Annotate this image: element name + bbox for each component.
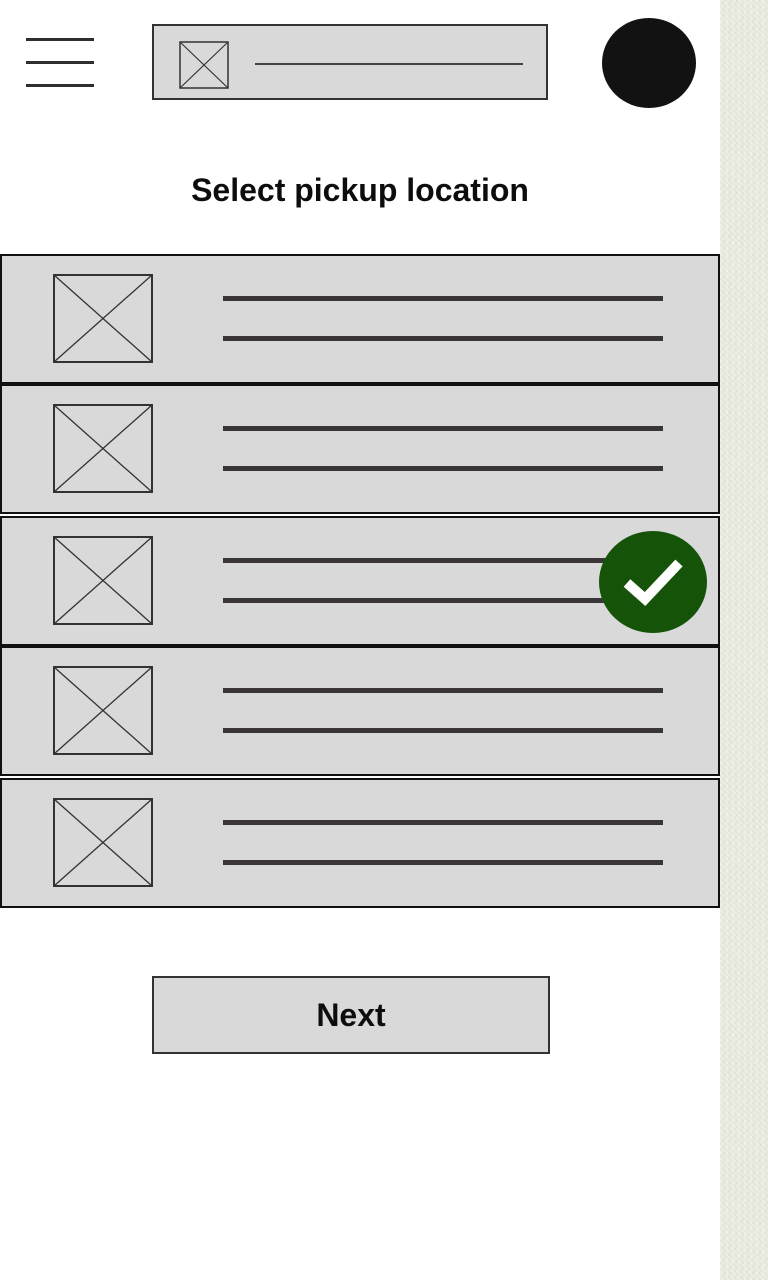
location-item[interactable] (0, 254, 720, 384)
location-item-selected[interactable] (0, 516, 720, 646)
location-address-line (223, 466, 663, 471)
location-item[interactable] (0, 778, 720, 908)
check-icon (623, 559, 683, 606)
location-name-line (223, 426, 663, 431)
menu-bar (26, 38, 94, 41)
page-title: Select pickup location (191, 172, 529, 208)
image-placeholder-icon (53, 798, 153, 887)
location-item[interactable] (0, 646, 720, 776)
location-address-line (223, 860, 663, 865)
image-placeholder-icon (53, 274, 153, 363)
location-item[interactable] (0, 384, 720, 514)
main-content: Select pickup location Next (0, 0, 720, 1280)
app-screen: Select pickup location Next (0, 0, 768, 1280)
menu-bar (26, 84, 94, 87)
location-name-line (223, 820, 663, 825)
location-address-line (223, 728, 663, 733)
textured-background-strip (720, 0, 768, 1280)
next-button[interactable]: Next (152, 976, 550, 1054)
image-placeholder-icon (179, 41, 229, 89)
user-avatar[interactable] (602, 18, 696, 108)
image-placeholder-icon (53, 536, 153, 625)
image-placeholder-icon (53, 666, 153, 755)
selected-badge (599, 531, 707, 633)
location-name-line (223, 688, 663, 693)
hamburger-menu-icon[interactable] (26, 38, 94, 88)
location-name-line (223, 558, 663, 563)
search-input[interactable] (152, 24, 548, 100)
image-placeholder-icon (53, 404, 153, 493)
menu-bar (26, 61, 94, 64)
search-text-placeholder-line (255, 63, 523, 65)
location-name-line (223, 296, 663, 301)
location-address-line (223, 598, 663, 603)
location-address-line (223, 336, 663, 341)
